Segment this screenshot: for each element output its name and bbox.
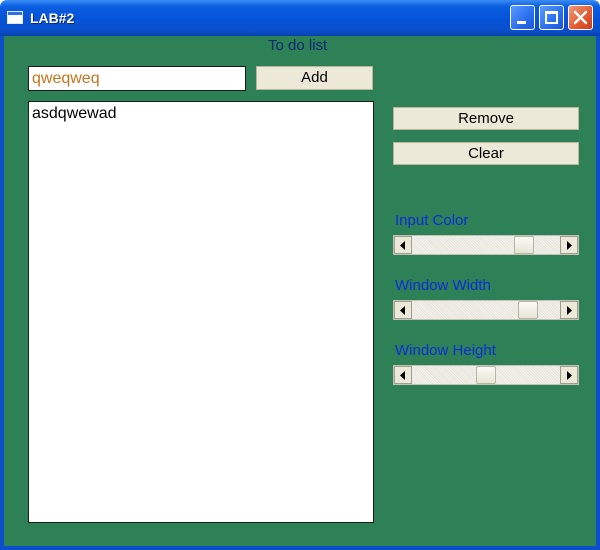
arrow-left-icon xyxy=(400,306,405,315)
scroll-left-button[interactable] xyxy=(394,236,412,254)
window-title: LAB#2 xyxy=(30,10,75,26)
close-button[interactable] xyxy=(568,5,593,30)
slider-thumb[interactable] xyxy=(518,301,539,319)
scroll-right-button[interactable] xyxy=(560,366,578,384)
scroll-left-button[interactable] xyxy=(394,301,412,319)
window-icon xyxy=(7,11,23,24)
list-item[interactable]: asdqwewad xyxy=(32,104,370,124)
arrow-right-icon xyxy=(567,306,572,315)
add-button[interactable]: Add xyxy=(256,66,373,90)
page-title: To do list xyxy=(268,37,328,54)
scroll-left-button[interactable] xyxy=(394,366,412,384)
app-window: LAB#2 To do list Add asdqwewad Remove Cl… xyxy=(0,0,600,550)
slider-thumb[interactable] xyxy=(476,366,496,384)
input-color-slider[interactable] xyxy=(393,235,579,255)
arrow-right-icon xyxy=(567,371,572,380)
arrow-right-icon xyxy=(567,241,572,250)
slider-thumb[interactable] xyxy=(514,236,535,254)
title-bar[interactable]: LAB#2 xyxy=(0,0,600,36)
client-area: To do list Add asdqwewad Remove Clear In… xyxy=(0,36,600,550)
arrow-left-icon xyxy=(400,371,405,380)
remove-button[interactable]: Remove xyxy=(393,107,579,130)
input-color-label: Input Color xyxy=(395,212,469,229)
maximize-button[interactable] xyxy=(539,5,564,30)
scroll-right-button[interactable] xyxy=(560,236,578,254)
scroll-right-button[interactable] xyxy=(560,301,578,319)
minimize-button[interactable] xyxy=(510,5,535,30)
todo-input[interactable] xyxy=(28,66,246,91)
arrow-left-icon xyxy=(400,241,405,250)
window-height-label: Window Height xyxy=(395,342,496,359)
window-width-label: Window Width xyxy=(395,277,491,294)
close-icon xyxy=(573,10,588,25)
window-height-slider[interactable] xyxy=(393,365,579,385)
todo-list[interactable]: asdqwewad xyxy=(28,101,374,523)
window-width-slider[interactable] xyxy=(393,300,579,320)
clear-button[interactable]: Clear xyxy=(393,142,579,165)
